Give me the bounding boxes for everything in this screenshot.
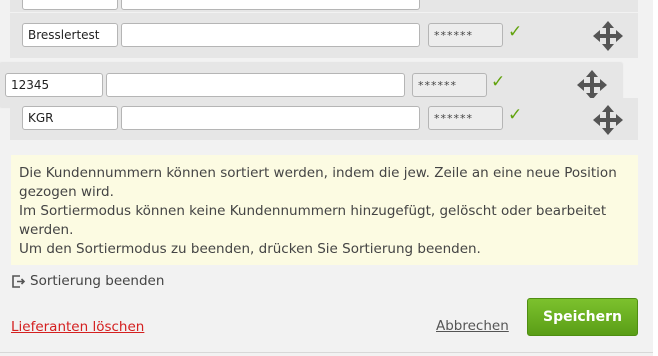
page-edge xyxy=(653,0,658,356)
divider xyxy=(0,352,653,353)
end-sorting-link[interactable]: Sortierung beenden xyxy=(11,273,164,289)
customer-number-field[interactable]: 12345 xyxy=(5,73,103,97)
sort-info-box: Die Kundennummern können sortiert werden… xyxy=(11,155,638,265)
customer-number-field[interactable] xyxy=(22,0,118,10)
description-field[interactable] xyxy=(121,0,420,10)
password-field[interactable]: ****** xyxy=(428,106,503,130)
move-icon[interactable] xyxy=(576,69,608,101)
description-field[interactable] xyxy=(121,106,420,130)
description-field[interactable] xyxy=(121,23,420,47)
customer-number-field[interactable]: KGR xyxy=(22,106,118,130)
exit-icon xyxy=(12,274,26,288)
customer-number-field[interactable]: Bresslertest xyxy=(22,23,118,47)
info-text: Im Sortiermodus können keine Kundennumme… xyxy=(19,203,607,238)
move-icon[interactable] xyxy=(592,104,624,136)
password-field[interactable]: ****** xyxy=(412,73,487,97)
description-field[interactable] xyxy=(106,73,405,97)
table-row[interactable]: Bresslertest ****** ✓ xyxy=(10,13,638,58)
move-icon[interactable] xyxy=(592,20,624,52)
cancel-link[interactable]: Abbrechen xyxy=(436,318,509,334)
check-icon: ✓ xyxy=(508,22,523,42)
password-field[interactable]: ****** xyxy=(428,23,503,47)
end-sorting-label: Sortierung beenden xyxy=(30,273,165,289)
save-button[interactable]: Speichern xyxy=(527,298,638,336)
check-icon: ✓ xyxy=(508,105,523,125)
info-text: Um den Sortiermodus zu beenden, drücken … xyxy=(19,241,481,257)
check-icon: ✓ xyxy=(491,72,506,92)
delete-supplier-link[interactable]: Lieferanten löschen xyxy=(11,319,144,335)
table-row[interactable]: KGR ****** ✓ xyxy=(10,98,638,140)
table-row xyxy=(10,0,638,12)
info-text: Die Kundennummern können sortiert werden… xyxy=(19,165,617,200)
